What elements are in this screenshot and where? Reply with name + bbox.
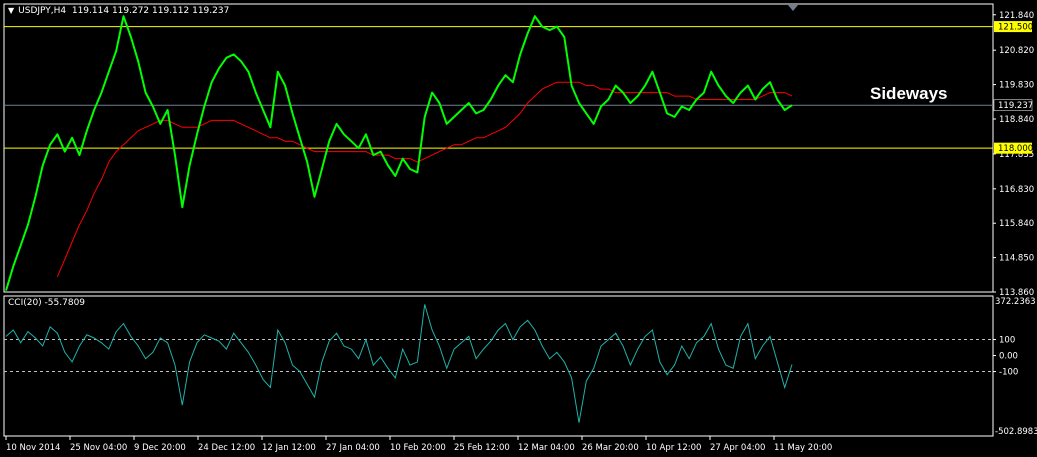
level-price-label: 121.500 [998, 23, 1033, 33]
time-tick-label: 27 Jan 04:00 [326, 443, 380, 453]
time-tick-label: 9 Dec 20:00 [134, 443, 186, 453]
cci-max-label: 372.2363 [995, 297, 1036, 307]
axes: 113.860114.850115.840116.830117.835118.8… [5, 5, 1037, 453]
level-price-label: 118.000 [998, 144, 1033, 154]
price-line [5, 15, 793, 291]
chart-shift-marker [788, 5, 798, 11]
cci-panel [4, 304, 993, 423]
time-tick-label: 25 Nov 04:00 [70, 443, 127, 453]
price-tick-label: 119.830 [999, 81, 1034, 91]
price-tick-label: 118.840 [999, 115, 1034, 125]
cci-tick-label: -100 [999, 368, 1018, 378]
time-tick-label: 25 Feb 12:00 [454, 443, 510, 453]
time-tick-label: 11 May 20:00 [774, 443, 832, 453]
cci-min-label: -502.8983 [995, 427, 1037, 437]
triangle-down-icon[interactable]: ▼ [8, 6, 14, 15]
price-tick-label: 116.830 [999, 185, 1034, 195]
price-tick-label: 120.820 [999, 46, 1034, 56]
cci-tick-label: 100 [999, 336, 1015, 346]
current-price-label: 119.237 [998, 101, 1033, 111]
time-tick-label: 26 Mar 20:00 [582, 443, 639, 453]
chart-canvas[interactable]: 113.860114.850115.840116.830117.835118.8… [0, 0, 1037, 457]
sideways-annotation: Sideways [870, 84, 948, 103]
chart-title: ▼ USDJPY,H4 119.114 119.272 119.112 119.2… [8, 6, 229, 16]
time-tick-label: 12 Mar 04:00 [518, 443, 575, 453]
cci-tick-label: 0.00 [999, 352, 1018, 362]
price-panel [4, 15, 993, 291]
time-tick-label: 10 Apr 12:00 [646, 443, 701, 453]
symbol-label: USDJPY,H4 [18, 6, 67, 16]
time-tick-label: 12 Jan 12:00 [262, 443, 316, 453]
time-tick-label: 24 Dec 12:00 [198, 443, 255, 453]
time-tick-label: 10 Feb 20:00 [390, 443, 446, 453]
cci-line [5, 304, 793, 423]
time-tick-label: 27 Apr 04:00 [710, 443, 765, 453]
cci-panel-frame [3, 295, 994, 437]
price-tick-label: 114.850 [999, 254, 1034, 264]
price-tick-label: 121.840 [999, 11, 1034, 21]
cci-title: CCI(20) -55.7809 [8, 298, 86, 308]
price-tick-label: 115.840 [999, 219, 1034, 229]
ohlc-values: 119.114 119.272 119.112 119.237 [71, 6, 230, 16]
time-tick-label: 10 Nov 2014 [6, 443, 60, 453]
